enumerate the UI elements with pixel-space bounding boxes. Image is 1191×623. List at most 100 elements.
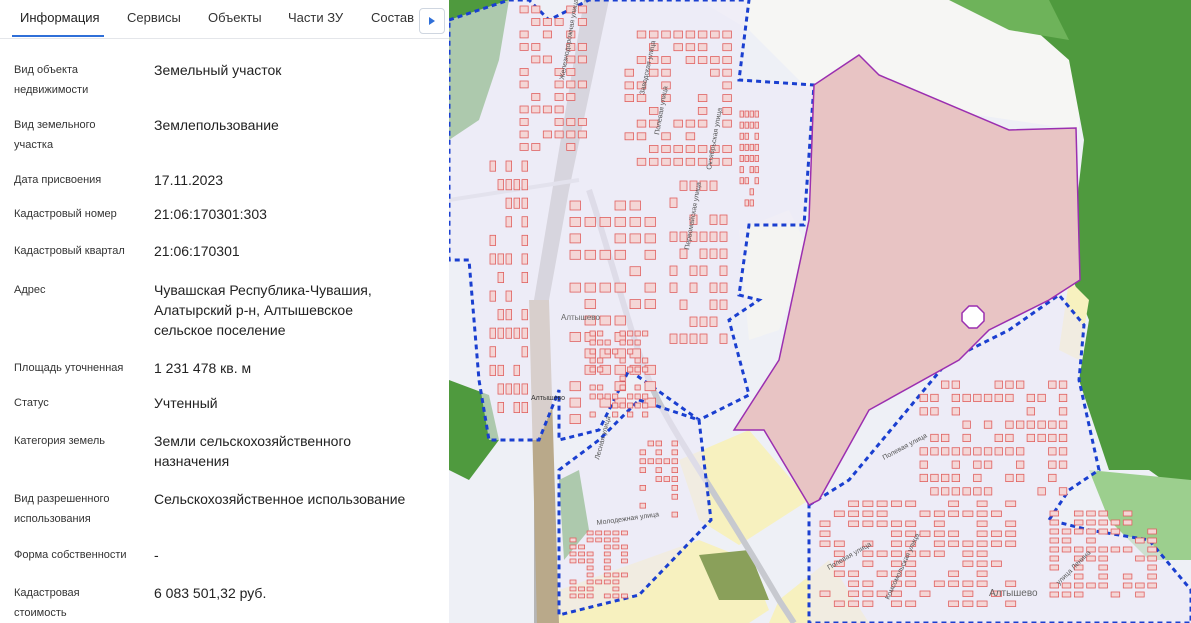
building-parcel[interactable] [983, 487, 993, 496]
building-parcel[interactable] [505, 197, 512, 209]
building-parcel[interactable] [569, 537, 577, 543]
building-parcel[interactable] [991, 540, 1002, 547]
building-parcel[interactable] [647, 440, 654, 447]
building-parcel[interactable] [905, 580, 917, 587]
building-parcel[interactable] [612, 579, 620, 585]
building-parcel[interactable] [719, 299, 728, 310]
building-parcel[interactable] [603, 565, 611, 571]
building-parcel[interactable] [603, 544, 611, 550]
building-parcel[interactable] [577, 80, 587, 89]
building-parcel[interactable] [991, 510, 1002, 517]
building-parcel[interactable] [584, 299, 596, 310]
building-parcel[interactable] [614, 249, 626, 260]
building-parcel[interactable] [619, 330, 626, 337]
building-parcel[interactable] [673, 30, 683, 39]
building-parcel[interactable] [531, 105, 541, 114]
building-parcel[interactable] [569, 249, 581, 260]
building-parcel[interactable] [1061, 537, 1072, 544]
building-parcel[interactable] [531, 55, 541, 64]
building-parcel[interactable] [614, 200, 626, 211]
building-parcel[interactable] [642, 357, 649, 364]
building-parcel[interactable] [722, 68, 732, 77]
building-parcel[interactable] [513, 383, 520, 395]
building-parcel[interactable] [1110, 528, 1121, 535]
building-parcel[interactable] [1135, 537, 1145, 544]
building-parcel[interactable] [1074, 546, 1084, 553]
building-parcel[interactable] [634, 339, 641, 346]
building-parcel[interactable] [1098, 555, 1108, 562]
building-parcel[interactable] [521, 160, 528, 172]
building-parcel[interactable] [604, 393, 611, 400]
building-parcel[interactable] [1074, 528, 1084, 535]
building-parcel[interactable] [862, 520, 874, 527]
building-parcel[interactable] [597, 339, 604, 346]
building-parcel[interactable] [519, 130, 529, 139]
building-parcel[interactable] [589, 357, 596, 364]
building-parcel[interactable] [1147, 537, 1157, 544]
building-parcel[interactable] [933, 530, 945, 537]
building-parcel[interactable] [569, 586, 577, 592]
building-parcel[interactable] [519, 105, 529, 114]
building-parcel[interactable] [619, 402, 626, 409]
building-parcel[interactable] [1037, 393, 1046, 402]
building-parcel[interactable] [589, 366, 596, 373]
building-parcel[interactable] [754, 121, 759, 129]
building-parcel[interactable] [586, 537, 594, 543]
building-parcel[interactable] [976, 500, 988, 507]
building-parcel[interactable] [612, 530, 620, 536]
building-parcel[interactable] [749, 121, 754, 129]
building-parcel[interactable] [627, 393, 634, 400]
building-parcel[interactable] [1026, 420, 1035, 429]
building-parcel[interactable] [612, 586, 620, 592]
building-parcel[interactable] [566, 143, 576, 151]
building-parcel[interactable] [1135, 591, 1145, 598]
building-parcel[interactable] [636, 119, 647, 128]
building-parcel[interactable] [671, 467, 678, 474]
building-parcel[interactable] [489, 160, 496, 172]
building-parcel[interactable] [962, 420, 971, 429]
building-parcel[interactable] [612, 411, 619, 418]
building-parcel[interactable] [661, 132, 671, 141]
building-parcel[interactable] [948, 530, 960, 537]
building-parcel[interactable] [627, 402, 634, 409]
building-parcel[interactable] [1086, 510, 1096, 517]
building-parcel[interactable] [603, 537, 611, 543]
building-parcel[interactable] [1058, 420, 1068, 429]
building-parcel[interactable] [505, 290, 512, 302]
building-parcel[interactable] [661, 145, 671, 153]
building-parcel[interactable] [973, 447, 982, 456]
building-parcel[interactable] [1058, 447, 1068, 456]
building-parcel[interactable] [639, 484, 646, 491]
building-parcel[interactable] [644, 282, 656, 293]
building-parcel[interactable] [589, 411, 596, 418]
field-value[interactable]: 21:06:170301 [154, 241, 444, 261]
building-parcel[interactable] [699, 265, 708, 276]
building-parcel[interactable] [624, 68, 635, 77]
building-parcel[interactable] [597, 393, 604, 400]
building-parcel[interactable] [973, 487, 982, 496]
building-parcel[interactable] [1074, 573, 1084, 580]
building-parcel[interactable] [661, 157, 671, 166]
building-parcel[interactable] [697, 119, 708, 128]
building-parcel[interactable] [905, 520, 917, 527]
building-parcel[interactable] [819, 530, 831, 537]
building-parcel[interactable] [1122, 519, 1133, 526]
building-parcel[interactable] [1048, 473, 1057, 482]
building-parcel[interactable] [629, 233, 641, 244]
building-parcel[interactable] [976, 510, 988, 517]
building-parcel[interactable] [542, 105, 552, 114]
building-parcel[interactable] [1098, 510, 1108, 517]
building-parcel[interactable] [710, 30, 720, 39]
building-parcel[interactable] [1110, 546, 1121, 553]
building-parcel[interactable] [1061, 528, 1072, 535]
building-parcel[interactable] [973, 393, 982, 402]
building-parcel[interactable] [905, 570, 917, 577]
building-parcel[interactable] [627, 411, 634, 418]
tab-composition[interactable]: Состав [371, 10, 414, 25]
tab-land-parts[interactable]: Части ЗУ [288, 10, 343, 25]
building-parcel[interactable] [644, 299, 656, 310]
building-parcel[interactable] [554, 105, 564, 114]
building-parcel[interactable] [612, 537, 620, 543]
building-parcel[interactable] [689, 316, 698, 327]
building-parcel[interactable] [655, 449, 662, 456]
